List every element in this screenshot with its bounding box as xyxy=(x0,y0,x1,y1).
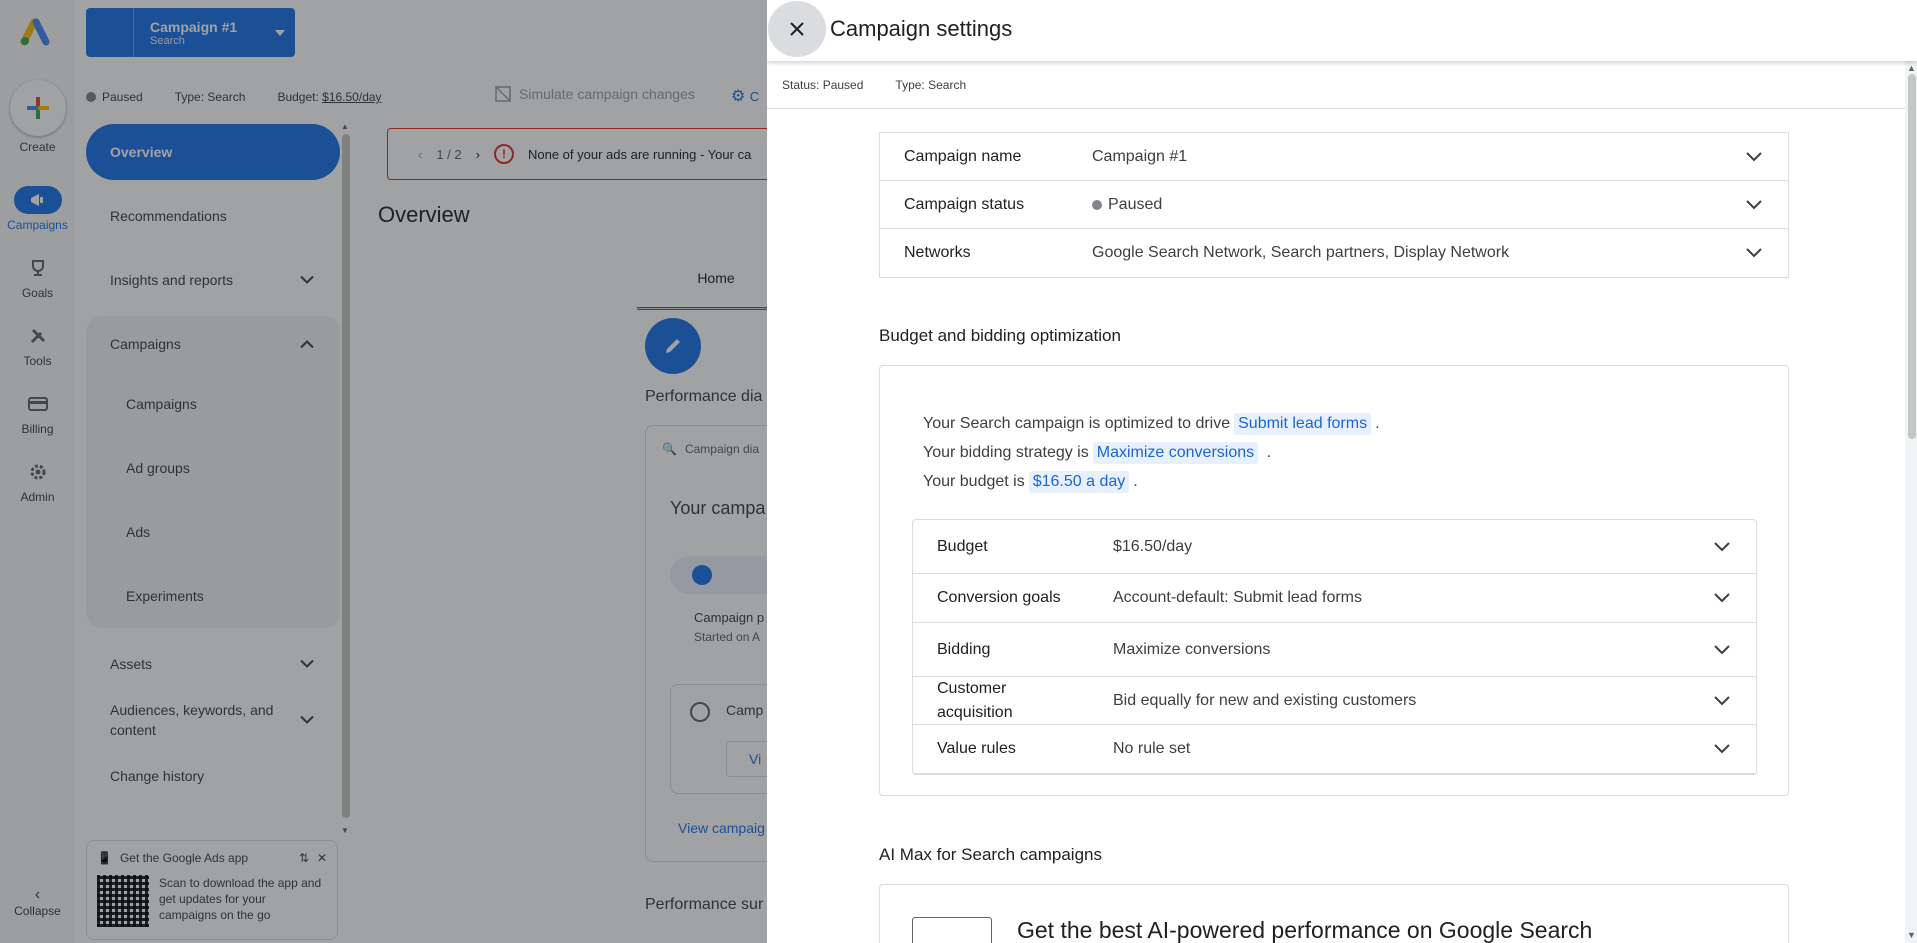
chevron-down-icon xyxy=(1714,593,1730,603)
period: . xyxy=(1133,473,1138,490)
optimization-line-goal: Your Search campaign is optimized to dri… xyxy=(923,413,1380,435)
panel-header: Campaign settings xyxy=(767,0,1917,61)
row-value: Campaign #1 xyxy=(1092,147,1188,165)
optimization-line-bidding: Your bidding strategy is Maximize conver… xyxy=(923,442,1271,464)
row-value-wrap: Paused xyxy=(1092,196,1162,214)
budget-section-heading: Budget and bidding optimization xyxy=(879,326,1121,345)
opt-text: Your budget is xyxy=(923,473,1025,490)
row-value: $16.50/day xyxy=(1113,537,1193,555)
row-campaign-status[interactable]: Campaign status Paused xyxy=(880,181,1788,229)
budget-chip[interactable]: $16.50 a day xyxy=(1028,471,1130,493)
modal-scrim[interactable] xyxy=(0,0,767,943)
panel-status-line: Status: Paused Type: Search xyxy=(782,78,966,92)
row-value-rules[interactable]: Value rules No rule set xyxy=(913,725,1756,774)
chevron-down-icon xyxy=(1714,695,1730,705)
panel-type: Type: Search xyxy=(895,78,966,92)
row-campaign-name[interactable]: Campaign name Campaign #1 xyxy=(880,133,1788,181)
chevron-down-icon xyxy=(1746,151,1762,161)
row-value: No rule set xyxy=(1113,740,1191,757)
row-value: Maximize conversions xyxy=(1113,640,1271,658)
chevron-down-icon xyxy=(1746,248,1762,258)
bidding-chip[interactable]: Maximize conversions xyxy=(1092,442,1259,464)
row-label: Campaign name xyxy=(904,147,1022,165)
aimax-section-heading: AI Max for Search campaigns xyxy=(879,845,1102,864)
row-label: Budget xyxy=(937,537,988,555)
opt-text: Your bidding strategy is xyxy=(923,444,1089,461)
row-label: Bidding xyxy=(937,640,991,658)
row-value: Google Search Network, Search partners, … xyxy=(1092,244,1510,261)
aimax-headline: Get the best AI-powered performance on G… xyxy=(1017,917,1593,943)
row-value: Paused xyxy=(1108,195,1163,213)
period: . xyxy=(1375,415,1380,432)
type-value: Search xyxy=(928,78,967,92)
scroll-down-arrow[interactable]: ▼ xyxy=(1907,930,1916,940)
row-bidding[interactable]: Bidding Maximize conversions xyxy=(913,623,1756,677)
chevron-down-icon xyxy=(1714,541,1730,551)
campaign-settings-panel: Campaign settings Status: Paused Type: S… xyxy=(767,0,1917,943)
type-label: Type: xyxy=(895,78,925,92)
aimax-card: Get the best AI-powered performance on G… xyxy=(879,884,1789,943)
chevron-down-icon xyxy=(1714,744,1730,754)
budget-bidding-card: Your Search campaign is optimized to dri… xyxy=(879,365,1789,796)
panel-scrollbar-thumb[interactable] xyxy=(1908,74,1916,439)
close-icon xyxy=(790,22,804,36)
status-label: Status: xyxy=(782,78,820,92)
panel-divider xyxy=(767,108,1907,109)
row-label: Networks xyxy=(904,244,971,261)
row-value: Account-default: Submit lead forms xyxy=(1113,589,1363,606)
scroll-up-arrow[interactable]: ▲ xyxy=(1907,63,1916,73)
row-value: Bid equally for new and existing custome… xyxy=(1113,691,1417,709)
opt-text: Your Search campaign is optimized to dri… xyxy=(923,415,1231,432)
period: . xyxy=(1266,444,1272,461)
row-networks[interactable]: Networks Google Search Network, Search p… xyxy=(880,229,1788,277)
row-conversion-goals[interactable]: Conversion goals Account-default: Submit… xyxy=(913,574,1756,623)
campaign-basics-accordion: Campaign name Campaign #1 Campaign statu… xyxy=(879,132,1789,278)
chevron-down-icon xyxy=(1746,199,1762,209)
optimization-line-budget: Your budget is $16.50 a day. xyxy=(923,471,1138,493)
paused-icon xyxy=(1092,199,1102,210)
goal-chip[interactable]: Submit lead forms xyxy=(1234,413,1372,435)
row-label: Customer acquisition xyxy=(937,679,1013,721)
status-value: Paused xyxy=(822,78,864,92)
panel-title: Campaign settings xyxy=(830,16,1013,41)
row-label: Conversion goals xyxy=(937,589,1061,606)
row-label: Value rules xyxy=(937,740,1016,757)
aimax-illustration xyxy=(912,917,992,943)
budget-settings-accordion: Budget $16.50/day Conversion goals Accou… xyxy=(912,519,1757,775)
close-button[interactable] xyxy=(768,1,826,57)
panel-status: Status: Paused xyxy=(782,78,863,92)
row-customer-acquisition[interactable]: Customer acquisition Bid equally for new… xyxy=(913,677,1756,725)
row-budget[interactable]: Budget $16.50/day xyxy=(913,520,1756,574)
row-label: Campaign status xyxy=(904,195,1025,213)
chevron-down-icon xyxy=(1714,644,1730,654)
